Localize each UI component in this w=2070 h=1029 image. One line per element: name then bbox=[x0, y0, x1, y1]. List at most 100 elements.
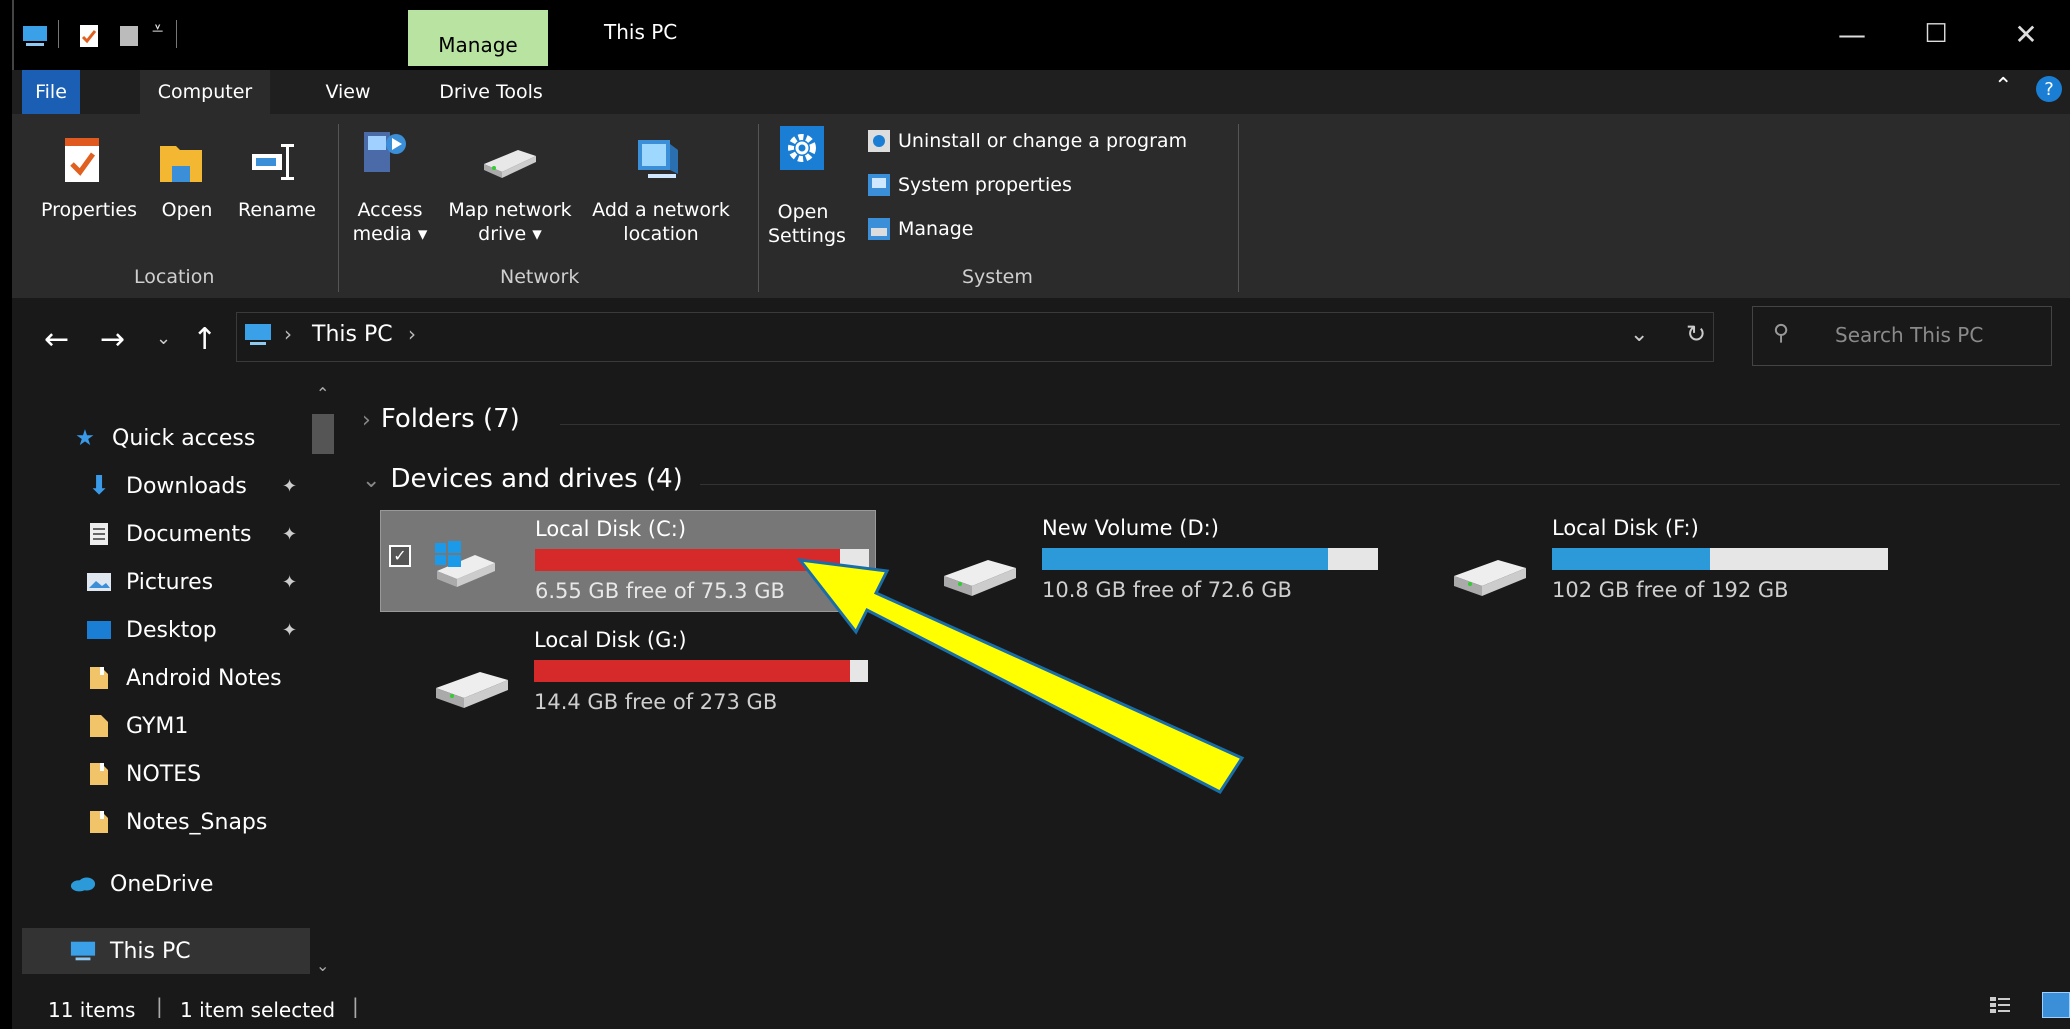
nav-desktop[interactable]: Desktop ✦ bbox=[86, 608, 297, 652]
tab-drive-tools[interactable]: Drive Tools bbox=[420, 70, 562, 114]
pin-icon[interactable]: ✦ bbox=[282, 620, 297, 641]
search-input[interactable]: ⚲ Search This PC bbox=[1752, 306, 2052, 366]
map-network-drive-button[interactable]: Map network drive ▾ bbox=[438, 198, 582, 246]
nav-onedrive-label: OneDrive bbox=[110, 871, 214, 897]
ribbon-separator bbox=[1238, 124, 1239, 292]
nav-downloads[interactable]: ⬇ Downloads ✦ bbox=[86, 464, 297, 508]
tab-file-label: File bbox=[35, 81, 67, 103]
chevron-down-icon: ⌄ bbox=[362, 468, 381, 493]
manage-label: Manage bbox=[898, 218, 974, 240]
pin-icon[interactable]: ✦ bbox=[282, 524, 297, 545]
folder-icon bbox=[86, 713, 112, 739]
nav-gym1[interactable]: GYM1 bbox=[86, 704, 188, 748]
folders-header-label: Folders (7) bbox=[380, 404, 520, 434]
open-button[interactable]: Open bbox=[152, 198, 222, 222]
qat-dropdown-icon[interactable]: ⩡ bbox=[152, 16, 163, 40]
status-bar: 11 items | 1 item selected | bbox=[12, 980, 2070, 1029]
nav-pictures[interactable]: Pictures ✦ bbox=[86, 560, 297, 604]
manage-button[interactable]: Manage bbox=[868, 218, 973, 240]
scroll-down-icon[interactable]: ⌄ bbox=[316, 956, 329, 975]
system-properties-icon bbox=[868, 174, 890, 196]
nav-scrollbar[interactable] bbox=[310, 380, 338, 980]
nav-notes-snaps[interactable]: Notes_Snaps bbox=[86, 800, 267, 844]
new-folder-icon[interactable] bbox=[118, 24, 140, 46]
back-arrow-icon[interactable]: ← bbox=[44, 322, 69, 357]
properties-button[interactable]: Properties bbox=[34, 198, 144, 222]
nav-notes-label: NOTES bbox=[126, 761, 202, 787]
open-settings-button[interactable]: Open Settings bbox=[768, 200, 846, 248]
nav-android-notes[interactable]: Android Notes bbox=[86, 656, 282, 700]
location-group-label: Location bbox=[134, 266, 215, 288]
tab-file[interactable]: File bbox=[22, 70, 80, 114]
pin-icon[interactable]: ✦ bbox=[282, 476, 297, 497]
address-bar[interactable] bbox=[236, 312, 1714, 362]
tab-view[interactable]: View bbox=[320, 70, 376, 114]
folder-icon bbox=[86, 665, 112, 691]
section-divider bbox=[700, 484, 2060, 485]
forward-arrow-icon[interactable]: → bbox=[100, 322, 125, 357]
manage-context-tab[interactable]: Manage bbox=[408, 10, 548, 66]
drive-d-name: New Volume (D:) bbox=[1042, 516, 1219, 540]
folders-group-header[interactable]: › Folders (7) bbox=[362, 404, 520, 434]
pin-icon[interactable]: ✦ bbox=[282, 572, 297, 593]
rename-button[interactable]: Rename bbox=[232, 198, 322, 222]
access-media-button[interactable]: Access media ▾ bbox=[350, 198, 430, 246]
nav-android-notes-label: Android Notes bbox=[126, 665, 282, 691]
breadcrumb-this-pc[interactable]: This PC bbox=[312, 322, 393, 347]
devices-header-label: Devices and drives (4) bbox=[390, 464, 683, 494]
open-settings-label-2: Settings bbox=[768, 225, 846, 247]
access-media-label-2: media ▾ bbox=[352, 223, 428, 245]
status-divider: | bbox=[352, 994, 359, 1018]
nav-this-pc[interactable]: This PC bbox=[70, 929, 191, 973]
properties-icon[interactable] bbox=[78, 24, 100, 47]
yellow-arrow-shape bbox=[796, 558, 1245, 794]
recent-locations-icon[interactable]: ⌄ bbox=[156, 328, 171, 349]
breadcrumb-chevron-icon[interactable]: › bbox=[284, 322, 292, 346]
system-properties-button[interactable]: System properties bbox=[868, 174, 1072, 196]
minimize-button[interactable]: — bbox=[1822, 14, 1882, 54]
drive-f-tile[interactable]: Local Disk (F:) 102 GB free of 192 GB bbox=[1450, 510, 1920, 612]
star-icon: ★ bbox=[75, 425, 95, 451]
add-network-location-button[interactable]: Add a network location bbox=[586, 198, 736, 246]
maximize-button[interactable]: ☐ bbox=[1906, 14, 1966, 54]
nav-documents[interactable]: Documents ✦ bbox=[86, 512, 297, 556]
collapse-ribbon-icon[interactable]: ⌃ bbox=[1994, 74, 2012, 99]
item-count: 11 items bbox=[48, 998, 136, 1022]
close-button[interactable]: ✕ bbox=[1996, 14, 2056, 54]
tab-view-label: View bbox=[325, 81, 371, 103]
selection-count: 1 item selected bbox=[180, 998, 336, 1022]
drive-c-name: Local Disk (C:) bbox=[535, 517, 687, 541]
refresh-icon[interactable]: ↻ bbox=[1686, 320, 1706, 348]
nav-quick-access[interactable]: ★ Quick access bbox=[72, 416, 255, 460]
map-drive-label-1: Map network bbox=[448, 199, 572, 221]
chevron-right-icon: › bbox=[362, 408, 371, 433]
scroll-up-icon[interactable]: ⌃ bbox=[316, 384, 329, 403]
window-title: This PC bbox=[604, 20, 678, 44]
uninstall-icon bbox=[868, 130, 890, 152]
nav-notes[interactable]: NOTES bbox=[86, 752, 201, 796]
uninstall-program-button[interactable]: Uninstall or change a program bbox=[868, 130, 1187, 152]
nav-onedrive[interactable]: OneDrive bbox=[70, 862, 213, 906]
breadcrumb-chevron-icon[interactable]: › bbox=[408, 322, 416, 346]
drive-f-info: 102 GB free of 192 GB bbox=[1552, 578, 1789, 602]
large-icons-view-icon[interactable] bbox=[2042, 992, 2070, 1018]
drive-f-usage-fill bbox=[1552, 548, 1710, 570]
uninstall-label: Uninstall or change a program bbox=[898, 130, 1188, 152]
open-settings-label-1: Open bbox=[777, 201, 829, 223]
devices-group-header[interactable]: ⌄ Devices and drives (4) bbox=[362, 464, 683, 494]
windows-drive-icon bbox=[431, 539, 501, 595]
map-drive-label-2: drive ▾ bbox=[478, 223, 542, 245]
selection-checkbox[interactable]: ✓ bbox=[389, 545, 411, 567]
help-icon[interactable]: ? bbox=[2036, 76, 2062, 102]
tab-computer-label: Computer bbox=[157, 81, 253, 103]
drive-c-info: 6.55 GB free of 75.3 GB bbox=[535, 579, 785, 603]
up-arrow-icon[interactable]: ↑ bbox=[192, 322, 217, 357]
add-network-location-icon bbox=[634, 136, 682, 188]
hard-drive-icon bbox=[1450, 556, 1530, 604]
nav-this-pc-label: This PC bbox=[110, 938, 191, 964]
address-dropdown-icon[interactable]: ⌄ bbox=[1630, 322, 1648, 347]
tab-computer[interactable]: Computer bbox=[140, 70, 270, 114]
details-view-icon[interactable] bbox=[1988, 994, 2012, 1016]
scroll-thumb[interactable] bbox=[312, 414, 334, 454]
section-divider bbox=[560, 424, 2060, 425]
